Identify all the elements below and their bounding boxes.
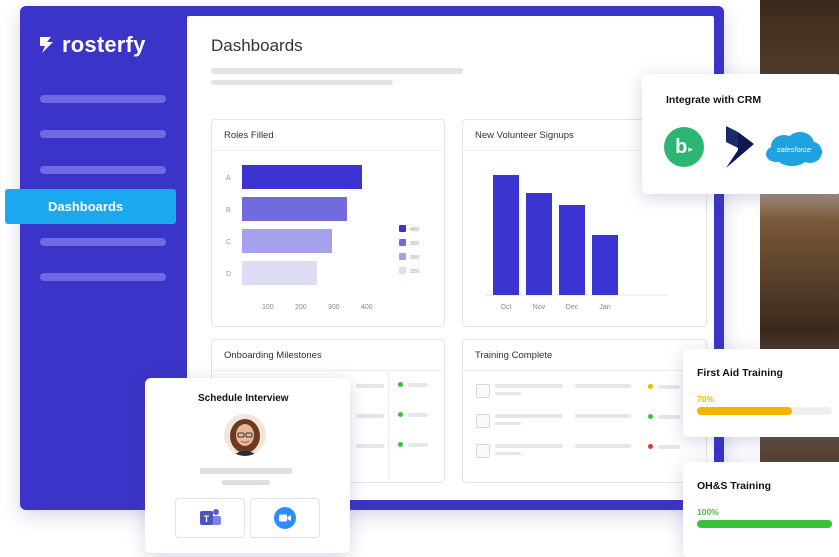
first-aid-percent: 70% xyxy=(697,394,715,404)
card-title: Roles Filled xyxy=(224,130,274,141)
teams-icon: T xyxy=(200,509,221,525)
card-title: Training Complete xyxy=(475,350,553,361)
row-placeholder xyxy=(658,445,680,449)
ohs-title: OH&S Training xyxy=(697,480,772,492)
bullhorn-logo-icon[interactable]: b ▸ xyxy=(664,127,704,167)
avatar[interactable] xyxy=(224,414,266,456)
bar xyxy=(592,235,618,295)
status-dot xyxy=(398,382,403,387)
legend-label: 350 xyxy=(410,241,419,247)
dynamics-logo-icon[interactable] xyxy=(724,124,756,170)
row-placeholder xyxy=(495,384,563,388)
ohs-progress-fill xyxy=(697,520,832,528)
sidebar-item[interactable] xyxy=(40,273,166,281)
sidebar-item[interactable] xyxy=(40,95,166,103)
svg-text:T: T xyxy=(204,514,210,524)
row-placeholder xyxy=(356,414,384,418)
bar xyxy=(493,175,519,295)
row-placeholder xyxy=(408,413,428,417)
detail-placeholder xyxy=(222,480,270,485)
row-placeholder xyxy=(495,392,521,395)
salesforce-label: salesforce xyxy=(776,145,812,154)
row-placeholder xyxy=(575,414,631,418)
x-tick-label: Jan xyxy=(599,304,610,311)
status-dot xyxy=(398,412,403,417)
sidebar-item[interactable] xyxy=(40,130,166,138)
legend-swatch xyxy=(399,253,406,260)
row-placeholder xyxy=(495,422,521,425)
legend-swatch xyxy=(399,225,406,232)
y-tick-label: B xyxy=(226,207,231,214)
bar xyxy=(242,165,362,189)
status-dot xyxy=(648,384,653,389)
sidebar-item[interactable] xyxy=(40,166,166,174)
row-placeholder xyxy=(658,385,680,389)
status-dot xyxy=(648,444,653,449)
page-title: Dashboards xyxy=(211,36,303,55)
bar xyxy=(242,261,317,285)
crm-title: Integrate with CRM xyxy=(666,94,762,106)
subtitle-placeholder xyxy=(211,80,393,85)
first-aid-title: First Aid Training xyxy=(697,367,783,379)
row-checkbox[interactable] xyxy=(476,444,490,458)
person-avatar-icon xyxy=(230,419,260,456)
row-placeholder xyxy=(575,444,631,448)
zoom-icon xyxy=(274,507,296,529)
bar xyxy=(242,197,347,221)
legend-label: 300 xyxy=(410,255,419,261)
ohs-progress-track xyxy=(697,520,832,528)
legend-label: 250 xyxy=(410,269,419,275)
legend-label: 400 xyxy=(410,227,419,233)
x-tick-label: Dec xyxy=(566,304,579,311)
divider xyxy=(388,372,389,480)
zoom-button[interactable] xyxy=(250,498,320,538)
first-aid-progress-fill xyxy=(697,407,792,415)
row-checkbox[interactable] xyxy=(476,414,490,428)
subtitle-placeholder xyxy=(211,68,463,74)
brand-name: rosterfy xyxy=(62,32,146,57)
rosterfy-logo-icon xyxy=(40,37,53,53)
row-placeholder xyxy=(408,443,428,447)
status-dot xyxy=(648,414,653,419)
row-placeholder xyxy=(408,383,428,387)
roles-filled-svg: A B C D 100 200 300 400 400 350 300 250 xyxy=(226,165,419,311)
x-tick-label: Oct xyxy=(501,304,512,311)
row-placeholder xyxy=(495,444,563,448)
first-aid-progress-track xyxy=(697,407,832,415)
ohs-percent: 100% xyxy=(697,507,719,517)
teams-button[interactable]: T xyxy=(175,498,245,538)
y-tick-label: A xyxy=(226,175,231,182)
y-tick-label: D xyxy=(226,271,231,278)
row-placeholder xyxy=(356,384,384,388)
legend-swatch xyxy=(399,239,406,246)
row-checkbox[interactable] xyxy=(476,384,490,398)
bar xyxy=(242,229,332,253)
divider xyxy=(212,370,442,371)
bar xyxy=(559,205,585,295)
legend-swatch xyxy=(399,267,406,274)
row-placeholder xyxy=(575,384,631,388)
x-tick-label: 200 xyxy=(295,304,307,311)
sidebar-item[interactable] xyxy=(40,238,166,246)
divider xyxy=(463,370,704,371)
x-tick-label: Nov xyxy=(533,304,546,311)
row-placeholder xyxy=(495,414,563,418)
row-placeholder xyxy=(495,452,521,455)
row-placeholder xyxy=(658,415,680,419)
bar xyxy=(526,193,552,295)
status-dot xyxy=(398,442,403,447)
name-placeholder xyxy=(200,468,292,474)
sidebar-item-dashboards[interactable]: Dashboards xyxy=(5,189,176,224)
y-tick-label: C xyxy=(226,239,231,246)
brand-logo[interactable]: rosterfy xyxy=(38,32,146,58)
row-placeholder xyxy=(356,444,384,448)
x-tick-label: 100 xyxy=(262,304,274,311)
card-title: Onboarding Milestones xyxy=(224,350,322,361)
first-aid-popup xyxy=(683,349,839,437)
x-tick-label: 400 xyxy=(361,304,373,311)
x-tick-label: 300 xyxy=(328,304,340,311)
schedule-title: Schedule Interview xyxy=(198,393,289,404)
roles-filled-chart: A B C D 100 200 300 400 400 350 300 250 xyxy=(212,151,442,323)
card-title: New Volunteer Signups xyxy=(475,130,574,141)
